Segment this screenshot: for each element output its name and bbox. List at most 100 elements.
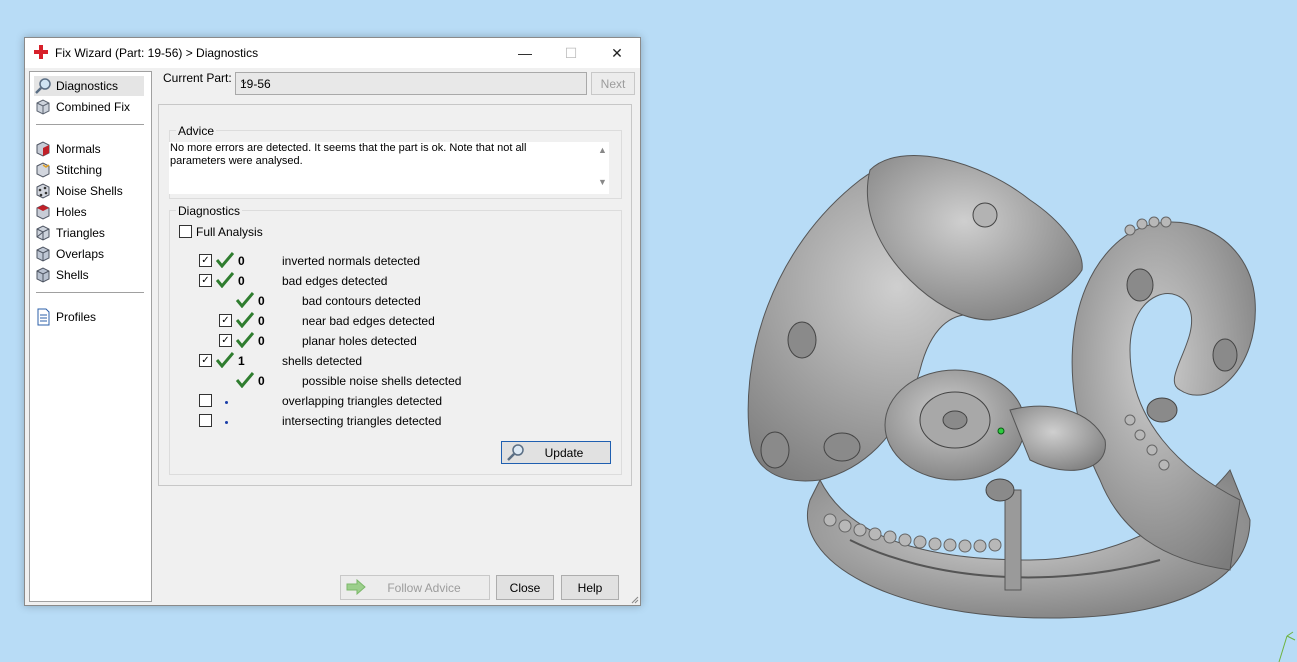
resize-grip-icon[interactable] xyxy=(629,594,639,604)
selection-point-icon xyxy=(997,427,1005,435)
follow-advice-label: Follow Advice xyxy=(387,580,461,595)
overlapping-triangles-checkbox[interactable] xyxy=(199,394,212,407)
red-cross-icon xyxy=(34,45,48,59)
sidebar-item-stitching[interactable]: Stitching xyxy=(34,160,102,180)
sidebar-item-label: Triangles xyxy=(56,226,105,240)
check-mark-icon xyxy=(236,312,254,328)
stitching-icon xyxy=(36,162,50,178)
check-mark-icon xyxy=(216,352,234,368)
inverted-normals-label: inverted normals detected xyxy=(282,254,421,268)
sidebar-item-label: Profiles xyxy=(56,310,97,324)
check-mark-icon xyxy=(216,252,234,268)
current-part-select[interactable]: 19-56 ⌄ xyxy=(235,72,587,95)
document-icon xyxy=(37,308,50,326)
sidebar-item-overlaps[interactable]: Overlaps xyxy=(34,244,104,264)
next-button-label: Next xyxy=(600,76,626,91)
advice-title: Advice xyxy=(176,124,217,138)
near-bad-edges-label: near bad edges detected xyxy=(302,314,435,328)
noise-shells-icon xyxy=(36,183,50,199)
help-button-label: Help xyxy=(577,580,603,595)
maximize-button[interactable]: ☐ xyxy=(548,38,594,68)
minimize-icon: — xyxy=(518,45,532,61)
near-bad-edges-checkbox[interactable]: ✓ xyxy=(219,314,232,327)
overlapping-triangles-label: overlapping triangles detected xyxy=(282,394,443,408)
sidebar-item-triangles[interactable]: Triangles xyxy=(34,223,105,243)
sidebar-item-label: Diagnostics xyxy=(56,79,119,93)
sidebar-item-label: Normals xyxy=(56,142,101,156)
pending-dot-icon xyxy=(225,401,228,404)
update-button[interactable]: Update xyxy=(501,441,611,464)
sidebar-item-combined-fix[interactable]: Combined Fix xyxy=(34,97,130,117)
sidebar-separator xyxy=(36,292,144,293)
advice-text: No more errors are detected. It seems th… xyxy=(170,142,527,167)
sidebar-item-normals[interactable]: Normals xyxy=(34,139,101,159)
diagnostics-panel: Advice No more errors are detected. It s… xyxy=(158,104,632,486)
close-window-button[interactable]: ✕ xyxy=(594,38,640,68)
current-part-label: Current Part: xyxy=(163,71,232,85)
bad-edges-label: bad edges detected xyxy=(282,274,388,288)
shells-checkbox[interactable]: ✓ xyxy=(199,354,212,367)
intersecting-triangles-label: intersecting triangles detected xyxy=(282,414,442,428)
planar-holes-label: planar holes detected xyxy=(302,334,417,348)
title-bar[interactable]: Fix Wizard (Part: 19-56) > Diagnostics —… xyxy=(25,38,640,68)
intersecting-triangles-checkbox[interactable] xyxy=(199,414,212,427)
close-button-label: Close xyxy=(509,580,541,595)
normals-cube-icon xyxy=(36,141,50,157)
wizard-sidebar: Diagnostics Combined Fix Normals Stitchi… xyxy=(29,71,152,602)
holes-cube-icon xyxy=(36,204,50,220)
check-mark-icon xyxy=(236,292,254,308)
minimize-button[interactable]: — xyxy=(502,38,548,68)
sidebar-item-diagnostics[interactable]: Diagnostics xyxy=(34,76,144,96)
chevron-down-icon: ⌄ xyxy=(240,76,249,87)
axis-indicator-icon xyxy=(1278,631,1296,662)
scroll-down-icon[interactable]: ▼ xyxy=(598,177,607,187)
diagnostics-title: Diagnostics xyxy=(176,204,243,218)
bad-contours-count: 0 xyxy=(258,294,265,308)
arrow-right-icon xyxy=(346,579,366,595)
follow-advice-button[interactable]: Follow Advice xyxy=(340,575,490,600)
update-button-label: Update xyxy=(544,445,584,460)
sidebar-item-label: Stitching xyxy=(56,163,103,177)
check-mark-icon xyxy=(236,372,254,388)
sidebar-item-label: Overlaps xyxy=(56,247,105,261)
close-icon: ✕ xyxy=(611,44,623,61)
full-analysis-checkbox[interactable] xyxy=(179,225,192,238)
maximize-icon: ☐ xyxy=(564,44,578,61)
shells-count: 1 xyxy=(238,354,245,368)
magnifier-icon xyxy=(507,444,524,461)
help-button[interactable]: Help xyxy=(561,575,619,600)
shells-cube-icon xyxy=(36,267,50,283)
bad-edges-count: 0 xyxy=(238,274,245,288)
bad-edges-checkbox[interactable]: ✓ xyxy=(199,274,212,287)
triangles-cube-icon xyxy=(36,225,50,241)
fix-wizard-window: Fix Wizard (Part: 19-56) > Diagnostics —… xyxy=(24,37,641,606)
noise-shells-count: 0 xyxy=(258,374,265,388)
pending-dot-icon xyxy=(225,421,228,424)
sidebar-item-holes[interactable]: Holes xyxy=(34,202,87,222)
near-bad-edges-count: 0 xyxy=(258,314,265,328)
sidebar-item-profiles[interactable]: Profiles xyxy=(34,307,96,327)
bad-contours-label: bad contours detected xyxy=(302,294,421,308)
shells-label: shells detected xyxy=(282,354,363,368)
full-analysis-label: Full Analysis xyxy=(196,225,263,239)
planar-holes-checkbox[interactable]: ✓ xyxy=(219,334,232,347)
noise-shells-label: possible noise shells detected xyxy=(302,374,462,388)
planar-holes-count: 0 xyxy=(258,334,265,348)
scroll-up-icon[interactable]: ▲ xyxy=(598,145,607,155)
sidebar-item-label: Noise Shells xyxy=(56,184,123,198)
check-mark-icon xyxy=(216,272,234,288)
magnifier-icon xyxy=(35,78,51,94)
inverted-normals-checkbox[interactable]: ✓ xyxy=(199,254,212,267)
cube-icon xyxy=(36,99,50,115)
part-3d-model[interactable] xyxy=(730,140,1270,630)
close-button[interactable]: Close xyxy=(496,575,554,600)
sidebar-item-label: Combined Fix xyxy=(56,100,131,114)
sidebar-item-shells[interactable]: Shells xyxy=(34,265,89,285)
sidebar-item-label: Holes xyxy=(56,205,87,219)
sidebar-separator xyxy=(36,124,144,125)
sidebar-item-label: Shells xyxy=(56,268,89,282)
overlaps-cube-icon xyxy=(36,246,50,262)
inverted-normals-count: 0 xyxy=(238,254,245,268)
next-button[interactable]: Next xyxy=(591,72,635,95)
sidebar-item-noise-shells[interactable]: Noise Shells xyxy=(34,181,123,201)
